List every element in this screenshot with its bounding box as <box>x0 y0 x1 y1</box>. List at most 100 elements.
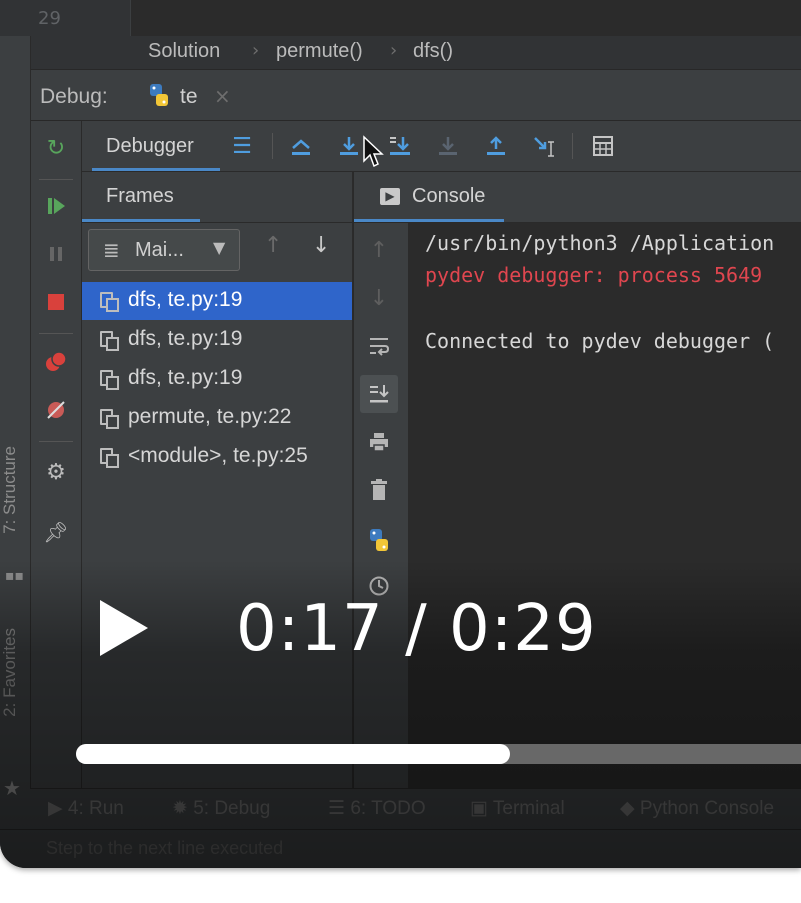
frame-icon <box>100 370 119 390</box>
step-out-icon[interactable] <box>480 130 512 162</box>
step-into-my-code-icon[interactable] <box>384 130 416 162</box>
frame-icon <box>100 292 119 312</box>
python-console-tab-label: Python Console <box>639 798 775 819</box>
evaluate-expression-icon[interactable] <box>587 130 619 162</box>
thread-select-value: Mai... <box>135 239 184 261</box>
pin-icon[interactable]: 📌︎ <box>39 515 73 549</box>
structure-icon: ▪▪ <box>5 568 24 584</box>
run-to-cursor-icon[interactable] <box>528 130 560 162</box>
breadcrumb-item-dfs[interactable]: dfs() <box>413 40 453 63</box>
console-header: ▶ Console <box>353 172 801 223</box>
left-tool-strip: 7: Structure ▪▪ 2: Favorites ★ <box>0 36 31 868</box>
separator <box>572 133 573 159</box>
debugger-toolbar: Debugger ☰ <box>82 121 801 172</box>
layout-menu-icon[interactable]: ☰ <box>226 130 258 162</box>
frame-label: permute, te.py:22 <box>128 405 292 428</box>
frame-item[interactable]: dfs, te.py:19 <box>82 360 352 398</box>
view-breakpoints-icon[interactable] <box>39 345 73 379</box>
frame-item[interactable]: dfs, te.py:19 <box>82 321 352 359</box>
separator <box>39 179 73 180</box>
python-icon <box>150 84 168 106</box>
breadcrumb-item-solution[interactable]: Solution <box>148 40 220 63</box>
show-execution-point-icon[interactable] <box>285 130 317 162</box>
python-console-tab[interactable]: ◆ Python Console <box>620 797 774 820</box>
frame-label: <module>, te.py:25 <box>128 444 308 467</box>
debug-tab[interactable]: ✹ 5: Debug <box>172 797 270 820</box>
frame-icon <box>100 409 119 429</box>
frame-label: dfs, te.py:19 <box>128 288 243 311</box>
console-toolbar: ↑ ↓ <box>353 223 409 868</box>
todo-tab[interactable]: ☰ 6: TODO <box>328 797 426 820</box>
tab-console[interactable]: ▶ Console <box>354 172 504 222</box>
console-line: pydev debugger: process 5649 <box>425 263 763 287</box>
arrow-up-icon[interactable]: ↑ <box>360 231 398 269</box>
terminal-tab[interactable]: ▣ Terminal <box>470 797 565 820</box>
console-output[interactable]: /usr/bin/python3 /Application pydev debu… <box>408 223 801 868</box>
video-progress-fill <box>76 744 510 764</box>
breadcrumb-item-permute[interactable]: permute() <box>276 40 363 63</box>
frame-item[interactable]: dfs, te.py:19 <box>82 282 352 320</box>
debug-tab-label: 5: Debug <box>193 798 271 819</box>
step-over-icon[interactable] <box>333 130 365 162</box>
status-text: Step to the next line executed <box>46 838 284 858</box>
tab-frames[interactable]: Frames <box>82 172 200 222</box>
video-frame: 29 Solution › permute() › dfs() Debug: t… <box>0 0 801 868</box>
print-icon[interactable] <box>360 423 398 461</box>
stop-icon[interactable] <box>39 285 73 319</box>
breadcrumb: Solution › permute() › dfs() <box>0 36 801 70</box>
favorites-tab[interactable]: 2: Favorites <box>0 628 20 717</box>
line-number: 29 <box>38 8 61 29</box>
play-icon[interactable] <box>96 596 156 660</box>
separator <box>272 133 273 159</box>
arrow-up-icon[interactable]: ↑ <box>264 233 282 258</box>
thread-select[interactable]: ≣ Mai... ▼ <box>88 229 240 271</box>
mute-breakpoints-icon[interactable] <box>39 393 73 427</box>
terminal-tab-label: Terminal <box>492 798 565 819</box>
code-editor: 29 <box>0 0 801 36</box>
tool-window-bar: ▶ 4: Run ✹ 5: Debug ☰ 6: TODO ▣ Terminal… <box>30 788 801 829</box>
video-time: 0:17 / 0:29 <box>236 592 597 666</box>
arrow-down-icon[interactable]: ↓ <box>312 233 330 258</box>
tab-debugger-label: Debugger <box>106 135 194 157</box>
frame-icon <box>100 448 119 468</box>
debug-session-tab[interactable]: te × <box>140 70 270 120</box>
chevron-down-icon: ▼ <box>213 238 226 257</box>
soft-wrap-icon[interactable] <box>360 327 398 365</box>
editor-gutter: 29 <box>0 0 131 36</box>
frame-item[interactable]: <module>, te.py:25 <box>82 438 352 476</box>
video-progress-bar[interactable] <box>76 744 801 764</box>
chevron-right-icon: › <box>252 40 260 61</box>
separator <box>39 441 73 442</box>
thread-icon: ≣ <box>103 238 120 262</box>
frame-icon <box>100 331 119 351</box>
status-bar: Step to the next line executed <box>0 829 801 868</box>
frame-label: dfs, te.py:19 <box>128 327 243 350</box>
scroll-to-end-icon[interactable] <box>360 375 398 413</box>
python-console-icon[interactable] <box>360 521 398 559</box>
tab-frames-label: Frames <box>106 185 174 207</box>
chevron-right-icon: › <box>390 40 398 61</box>
debug-tool-window-header: Debug: te × <box>30 70 801 121</box>
frame-item[interactable]: permute, te.py:22 <box>82 399 352 437</box>
arrow-down-icon[interactable]: ↓ <box>360 279 398 317</box>
gear-icon[interactable]: ⚙ <box>39 455 73 489</box>
debug-label: Debug: <box>40 85 108 108</box>
run-tab-label: 4: Run <box>67 798 124 819</box>
trash-icon[interactable] <box>360 471 398 509</box>
frame-label: dfs, te.py:19 <box>128 366 243 389</box>
debug-session-name: te <box>180 85 198 108</box>
star-icon: ★ <box>3 776 21 800</box>
force-step-into-icon[interactable] <box>432 130 464 162</box>
resume-icon[interactable] <box>39 189 73 223</box>
close-icon[interactable]: × <box>214 84 231 108</box>
tab-debugger[interactable]: Debugger <box>92 121 220 171</box>
frames-header: Frames <box>82 172 352 223</box>
rerun-icon[interactable]: ↻ <box>39 131 73 165</box>
todo-tab-label: 6: TODO <box>350 798 426 819</box>
tab-console-label: Console <box>412 185 486 207</box>
structure-tab[interactable]: 7: Structure <box>0 446 20 534</box>
run-tab[interactable]: ▶ 4: Run <box>48 797 124 820</box>
console-line: /usr/bin/python3 /Application <box>425 231 775 255</box>
pause-icon[interactable] <box>39 237 73 271</box>
frames-panel: ≣ Mai... ▼ ↑ ↓ dfs, te.py:19 dfs, te.py:… <box>82 223 352 868</box>
